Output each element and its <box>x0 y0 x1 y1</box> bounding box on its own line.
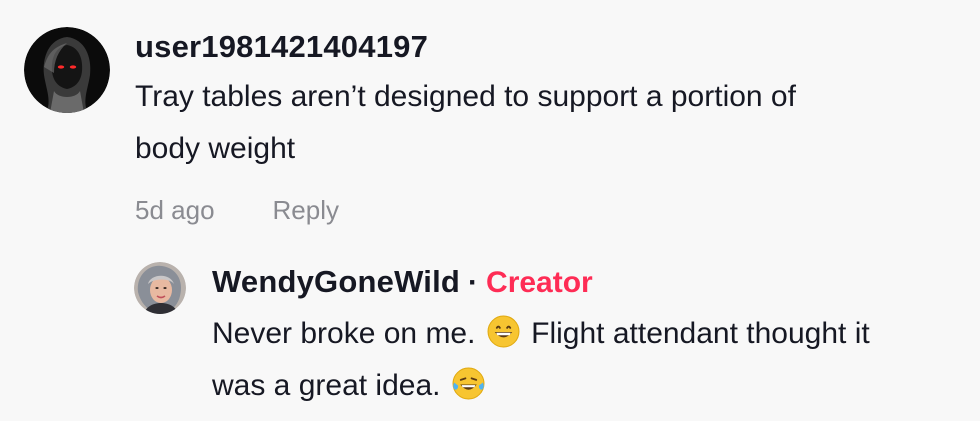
reply-text-part: Flight attendant thought it <box>531 317 870 350</box>
username[interactable]: WendyGoneWild <box>212 262 460 302</box>
reply-text-line: Never broke on me. Flight attendant thou… <box>212 308 870 360</box>
comment-text: Tray tables aren’t designed to support a… <box>135 71 796 175</box>
avatar-image <box>134 262 186 314</box>
reply-text-part: Never broke on me. <box>212 317 476 350</box>
reply-button[interactable]: Reply <box>273 195 339 226</box>
comment-text-line: Tray tables aren’t designed to support a… <box>135 80 796 113</box>
separator-dot: · <box>468 266 479 299</box>
avatar[interactable] <box>24 27 110 113</box>
avatar-image <box>24 27 110 113</box>
timestamp: 5d ago <box>135 195 215 225</box>
grinning-face-emoji-icon <box>487 315 520 348</box>
reply-text-line: was a great idea. <box>212 360 870 412</box>
comment-meta: 5d ago Reply <box>135 195 796 226</box>
reply-text-part: was a great idea. <box>212 369 441 402</box>
reply-text: Never broke on me. Flight attendant thou… <box>212 308 870 412</box>
tears-of-joy-emoji-icon <box>452 367 485 400</box>
comment-text-line: body weight <box>135 132 296 165</box>
username[interactable]: user1981421404197 <box>135 27 428 67</box>
creator-badge: Creator <box>486 266 593 299</box>
avatar[interactable] <box>134 262 186 314</box>
